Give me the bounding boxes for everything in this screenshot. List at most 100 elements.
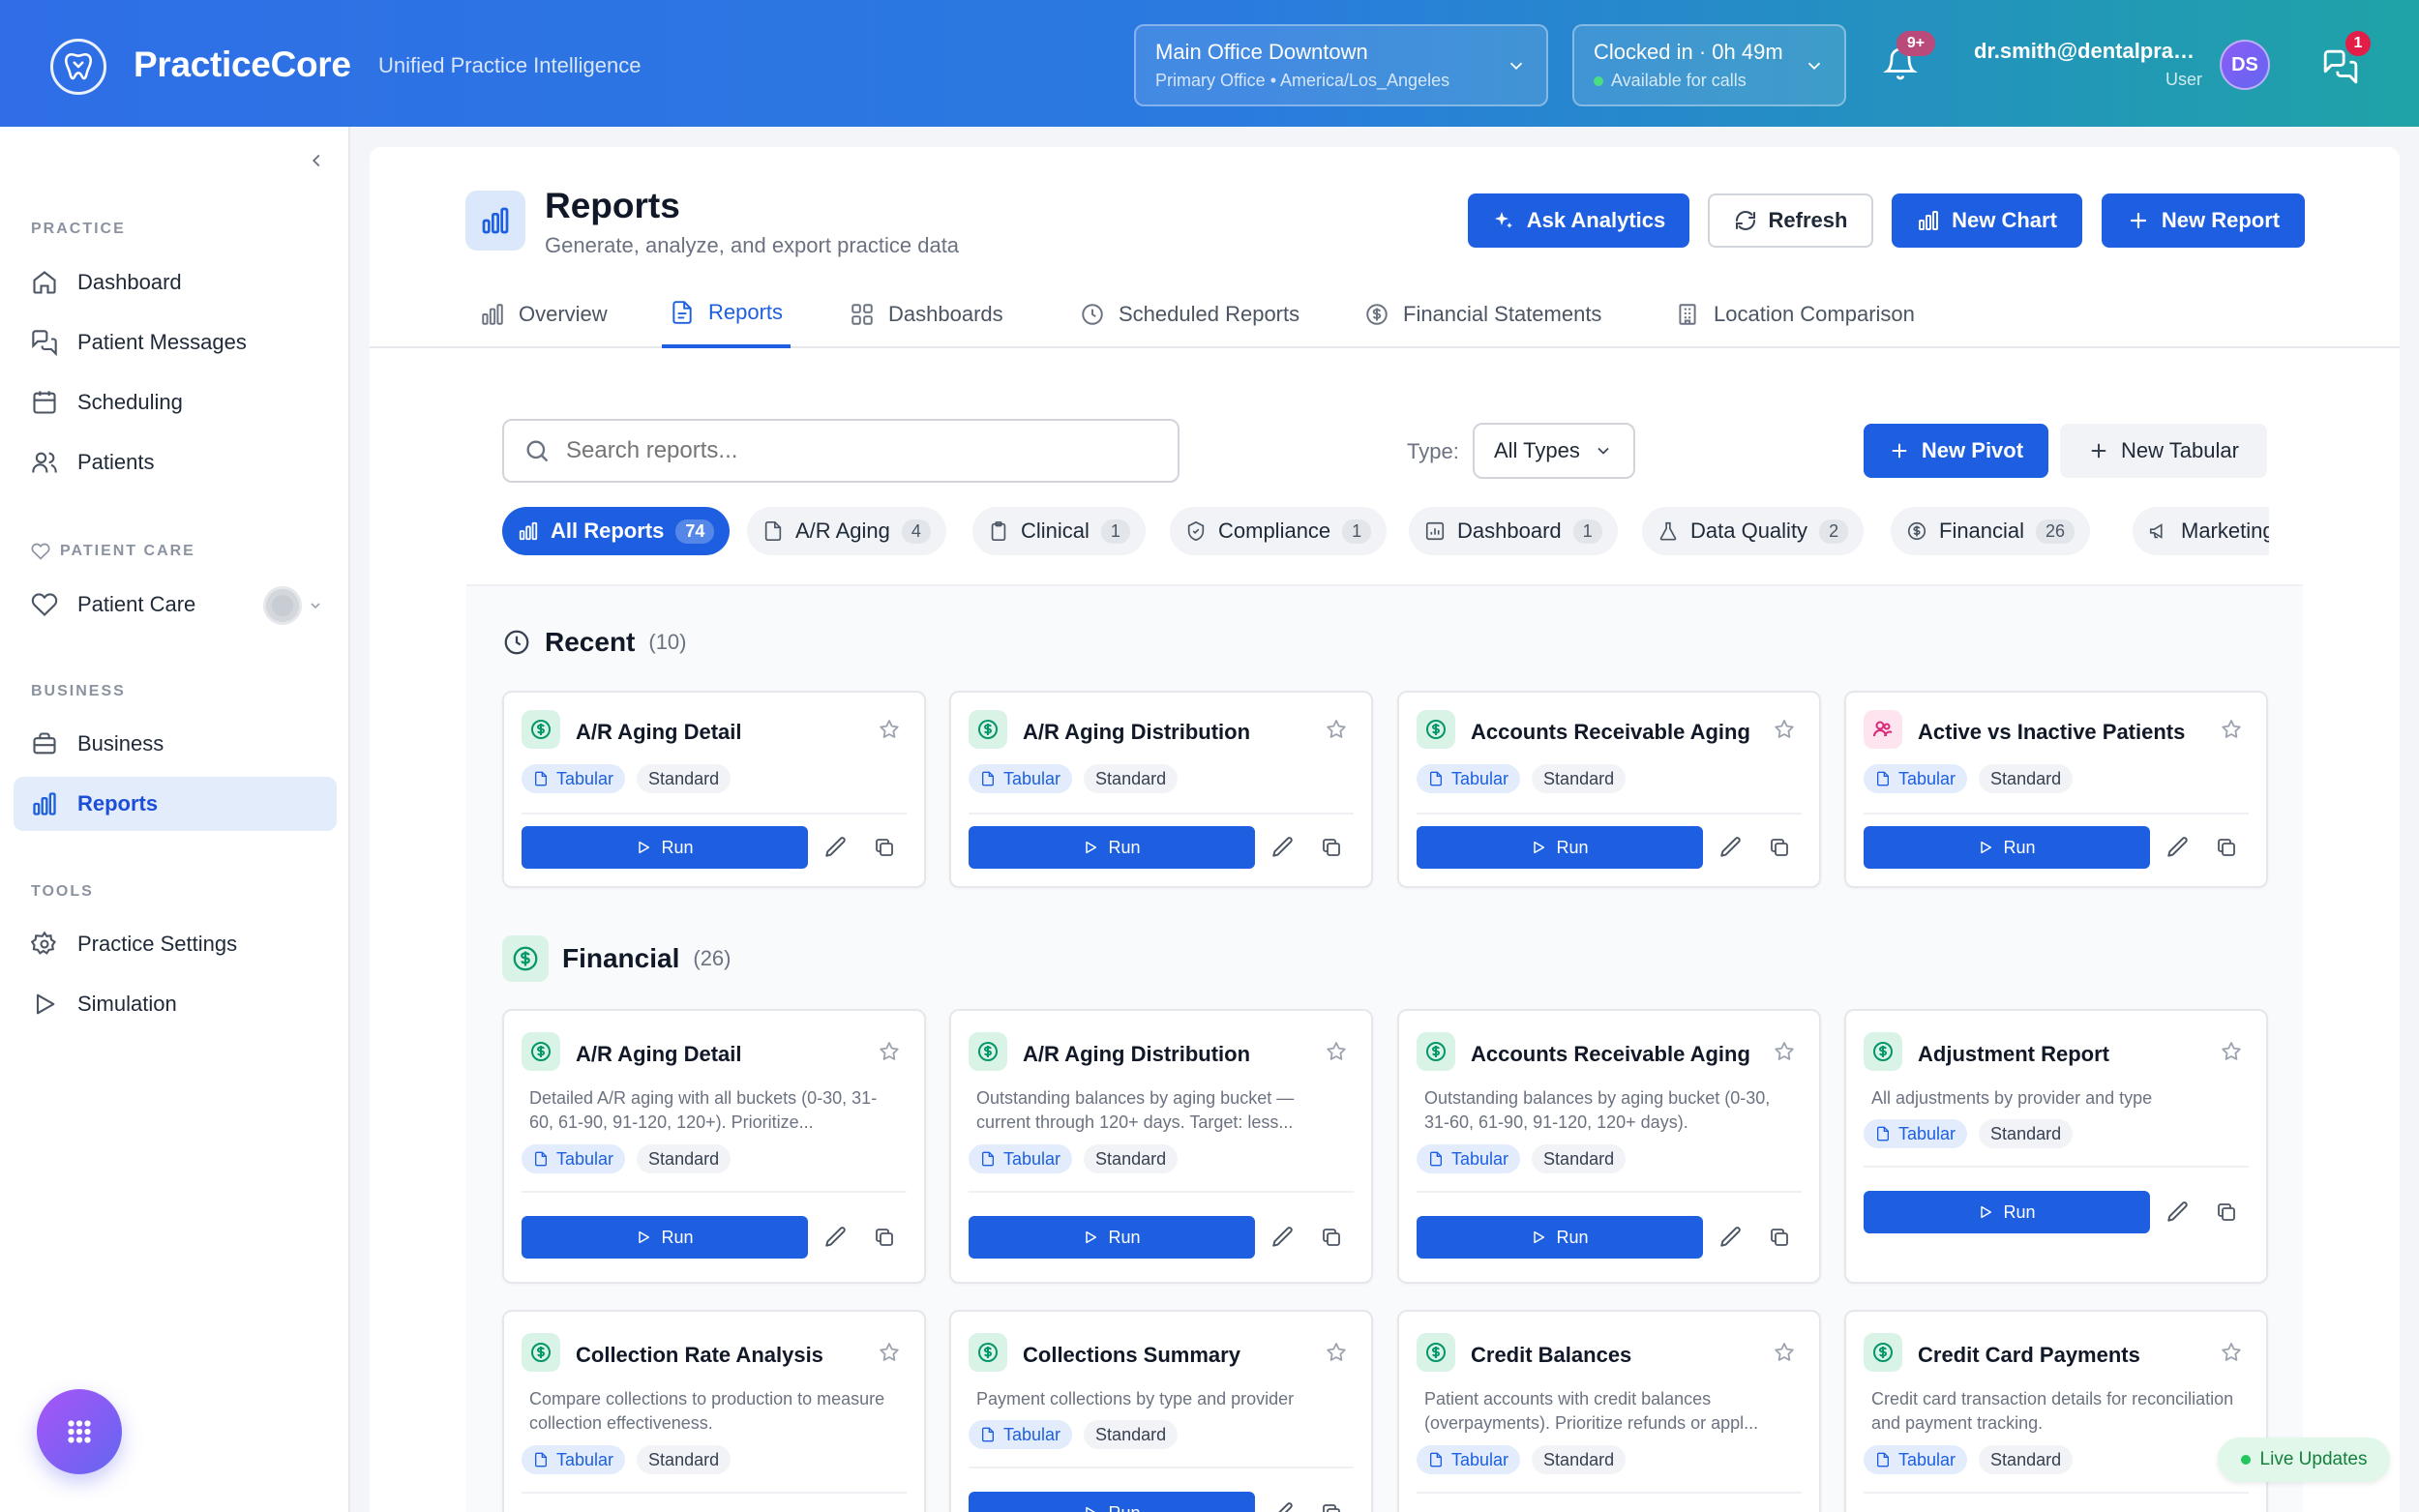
star-icon[interactable] [1773, 1341, 1796, 1364]
tab-scheduled-reports[interactable]: Scheduled Reports [1072, 281, 1307, 348]
star-icon[interactable] [878, 1341, 901, 1364]
run-button[interactable]: Run [1864, 1191, 2150, 1233]
report-title[interactable]: A/R Aging Detail [576, 1042, 742, 1067]
report-title[interactable]: A/R Aging Distribution [1023, 1042, 1250, 1067]
copy-icon[interactable] [1765, 1223, 1794, 1252]
sidebar-item-scheduling[interactable]: Scheduling [14, 375, 337, 430]
edit-icon[interactable] [821, 833, 851, 862]
patient-care-toggle[interactable] [263, 586, 302, 625]
tab-reports[interactable]: Reports [662, 281, 791, 348]
report-title[interactable]: Collection Rate Analysis [576, 1343, 823, 1368]
star-icon[interactable] [1773, 1040, 1796, 1063]
copy-icon[interactable] [870, 1223, 899, 1252]
clock-status-selector[interactable]: Clocked in · 0h 49m Available for calls [1572, 24, 1846, 106]
avatar[interactable]: DS [2220, 40, 2270, 90]
chip-all-reports[interactable]: All Reports 74 [502, 507, 731, 555]
new-report-button[interactable]: New Report [2102, 193, 2305, 248]
run-button[interactable]: Run [522, 826, 808, 869]
report-title[interactable]: A/R Aging Detail [576, 720, 742, 745]
copy-icon[interactable] [2212, 833, 2241, 862]
report-card-collection-rate-analysis[interactable]: Collection Rate Analysis Compare collecti… [502, 1310, 926, 1512]
star-icon[interactable] [2220, 718, 2243, 741]
run-button[interactable]: Run [969, 1216, 1255, 1259]
star-icon[interactable] [1325, 1040, 1348, 1063]
edit-icon[interactable] [2164, 1198, 2193, 1227]
edit-icon[interactable] [1717, 1223, 1746, 1252]
run-button[interactable]: Run [969, 1492, 1255, 1512]
location-selector[interactable]: Main Office Downtown Primary Office • Am… [1134, 24, 1548, 106]
star-icon[interactable] [878, 718, 901, 741]
report-title[interactable]: Collections Summary [1023, 1343, 1240, 1368]
new-chart-button[interactable]: New Chart [1892, 193, 2082, 248]
report-title[interactable]: Accounts Receivable Aging [1471, 1042, 1750, 1067]
report-card-a-r-aging-detail[interactable]: A/R Aging Detail Detailed A/R aging with … [502, 1009, 926, 1284]
edit-icon[interactable] [1269, 1223, 1298, 1252]
report-card-a-r-aging-distribution[interactable]: A/R Aging Distribution Outstanding balanc… [949, 1009, 1373, 1284]
tooth-logo-icon[interactable] [50, 39, 106, 95]
search-input[interactable] [566, 437, 1147, 464]
report-card-accounts-receivable-aging[interactable]: Accounts Receivable Aging Outstanding bal… [1397, 1009, 1821, 1284]
copy-icon[interactable] [2212, 1198, 2241, 1227]
run-button[interactable]: Run [1864, 826, 2150, 869]
sidebar-item-practice-settings[interactable]: Practice Settings [14, 917, 337, 971]
run-button[interactable]: Run [522, 1216, 808, 1259]
sidebar-item-reports[interactable]: Reports [14, 777, 337, 831]
star-icon[interactable] [1773, 718, 1796, 741]
new-pivot-button[interactable]: New Pivot [1864, 424, 2048, 478]
chip-dashboard[interactable]: Dashboard 1 [1409, 507, 1618, 555]
new-tabular-button[interactable]: New Tabular [2060, 424, 2267, 478]
report-card-adjustment-report[interactable]: Adjustment Report All adjustments by prov… [1844, 1009, 2268, 1284]
report-card-collections-summary[interactable]: Collections Summary Payment collections b… [949, 1310, 1373, 1512]
report-title[interactable]: A/R Aging Distribution [1023, 720, 1250, 745]
report-card-credit-card-payments[interactable]: Credit Card Payments Credit card transact… [1844, 1310, 2268, 1512]
chip-compliance[interactable]: Compliance 1 [1170, 507, 1388, 555]
chip-ar-aging[interactable]: A/R Aging 4 [747, 507, 946, 555]
report-card-credit-balances[interactable]: Credit Balances Patient accounts with cre… [1397, 1310, 1821, 1512]
report-title[interactable]: Adjustment Report [1918, 1042, 2109, 1067]
report-card-active-vs-inactive-patients[interactable]: Active vs Inactive Patients Tabular Standa… [1844, 691, 2268, 888]
tab-overview[interactable]: Overview [472, 281, 615, 348]
star-icon[interactable] [878, 1040, 901, 1063]
chip-marketing[interactable]: Marketing [2133, 507, 2269, 555]
chevron-down-icon[interactable] [308, 598, 323, 613]
run-button[interactable]: Run [969, 826, 1255, 869]
report-card-a-r-aging-distribution[interactable]: A/R Aging Distribution Tabular Standard Run [949, 691, 1373, 888]
sidebar-item-dashboard[interactable]: Dashboard [14, 255, 337, 310]
star-icon[interactable] [1325, 1341, 1348, 1364]
report-title[interactable]: Credit Balances [1471, 1343, 1631, 1368]
sidebar-item-patients[interactable]: Patients [14, 435, 337, 489]
ask-analytics-button[interactable]: Ask Analytics [1468, 193, 1689, 248]
edit-icon[interactable] [1269, 1498, 1298, 1512]
collapse-sidebar-icon[interactable] [306, 148, 327, 173]
sidebar-item-simulation[interactable]: Simulation [14, 977, 337, 1031]
copy-icon[interactable] [1317, 833, 1346, 862]
refresh-button[interactable]: Refresh [1708, 193, 1873, 248]
report-card-a-r-aging-detail[interactable]: A/R Aging Detail Tabular Standard Run [502, 691, 926, 888]
chip-financial[interactable]: Financial 26 [1891, 507, 2091, 555]
apps-launcher-button[interactable] [37, 1389, 122, 1474]
sidebar-item-business[interactable]: Business [14, 717, 337, 771]
type-filter-select[interactable]: All Types [1473, 423, 1635, 479]
edit-icon[interactable] [821, 1223, 851, 1252]
report-title[interactable]: Accounts Receivable Aging [1471, 720, 1750, 745]
user-email[interactable]: dr.smith@dentalpractice.com [1974, 39, 2206, 64]
star-icon[interactable] [2220, 1040, 2243, 1063]
tab-location-comparison[interactable]: Location Comparison [1667, 281, 1923, 348]
chip-clinical[interactable]: Clinical 1 [972, 507, 1146, 555]
tab-financial-statements[interactable]: Financial Statements [1357, 281, 1609, 348]
report-title[interactable]: Active vs Inactive Patients [1918, 720, 2185, 745]
tab-dashboards[interactable]: Dashboards [842, 281, 1011, 348]
edit-icon[interactable] [1717, 833, 1746, 862]
report-card-accounts-receivable-aging[interactable]: Accounts Receivable Aging Tabular Standard… [1397, 691, 1821, 888]
edit-icon[interactable] [2164, 833, 2193, 862]
run-button[interactable]: Run [1417, 826, 1703, 869]
report-title[interactable]: Credit Card Payments [1918, 1343, 2140, 1368]
copy-icon[interactable] [870, 833, 899, 862]
search-box[interactable] [502, 419, 1180, 483]
copy-icon[interactable] [1317, 1223, 1346, 1252]
copy-icon[interactable] [1317, 1498, 1346, 1512]
edit-icon[interactable] [1269, 833, 1298, 862]
copy-icon[interactable] [1765, 833, 1794, 862]
star-icon[interactable] [2220, 1341, 2243, 1364]
sidebar-item-patient-messages[interactable]: Patient Messages [14, 315, 337, 370]
